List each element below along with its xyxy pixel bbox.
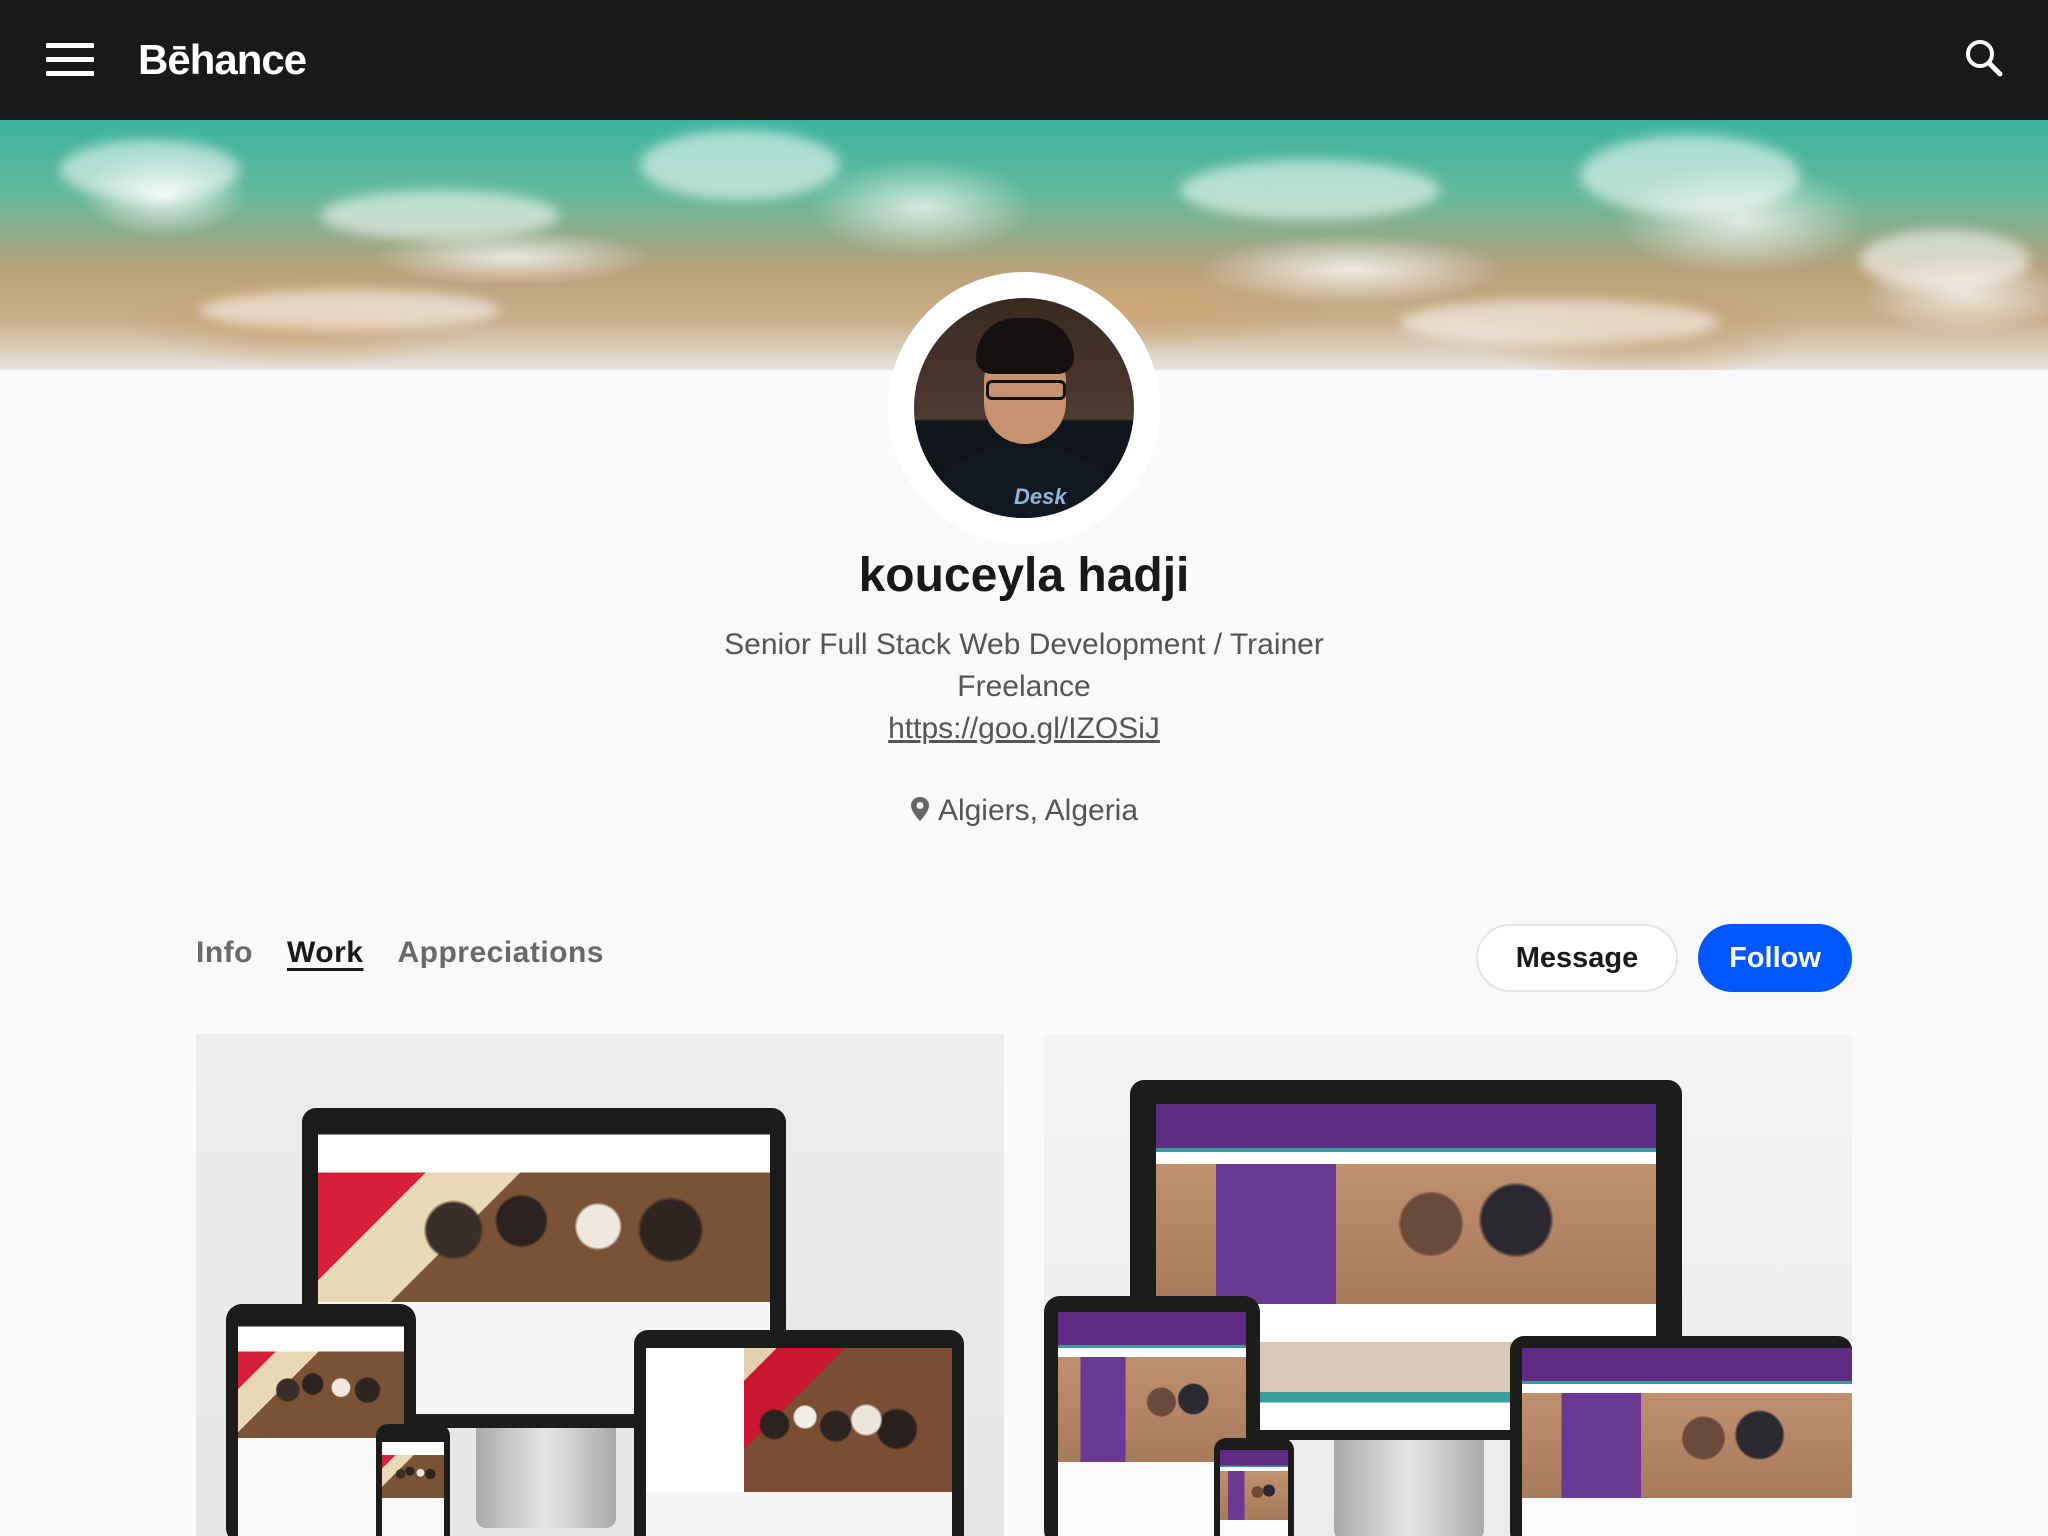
tab-info[interactable]: Info [196,936,253,976]
profile-company: Freelance [957,670,1091,703]
profile-name: kouceyla hadji [858,549,1190,602]
project-thumbnail-phone [1214,1438,1294,1536]
project-card[interactable] [1044,1034,1852,1536]
profile-tabs: Info Work Appreciations [196,936,604,976]
project-thumbnail-laptop [634,1330,964,1536]
hamburger-menu-icon[interactable] [40,40,100,80]
top-nav-bar: Bēhance [0,0,2048,120]
profile-website-container: https://goo.gl/IZOSiJ [0,712,2048,746]
search-icon[interactable] [1960,34,2008,82]
avatar-shirt-text: Desk [1014,484,1067,509]
project-card[interactable] [196,1034,1004,1536]
profile-website-link[interactable]: https://goo.gl/IZOSiJ [888,712,1160,745]
follow-button[interactable]: Follow [1698,924,1852,992]
message-button[interactable]: Message [1476,924,1678,992]
avatar[interactable]: Desk [914,298,1134,518]
profile-occupation: Senior Full Stack Web Development / Trai… [724,628,1324,661]
project-thumbnail-laptop [1510,1336,1852,1536]
tab-appreciations[interactable]: Appreciations [397,936,604,976]
avatar-hair [976,318,1074,374]
map-pin-icon [910,796,930,830]
avatar-glasses [986,380,1066,400]
profile-location: Algiers, Algeria [0,794,2048,830]
tab-work[interactable]: Work [287,936,363,976]
project-thumbnail-phone [376,1424,450,1536]
location-text: Algiers, Algeria [937,794,1139,827]
behance-logo[interactable]: Bēhance [138,34,307,86]
